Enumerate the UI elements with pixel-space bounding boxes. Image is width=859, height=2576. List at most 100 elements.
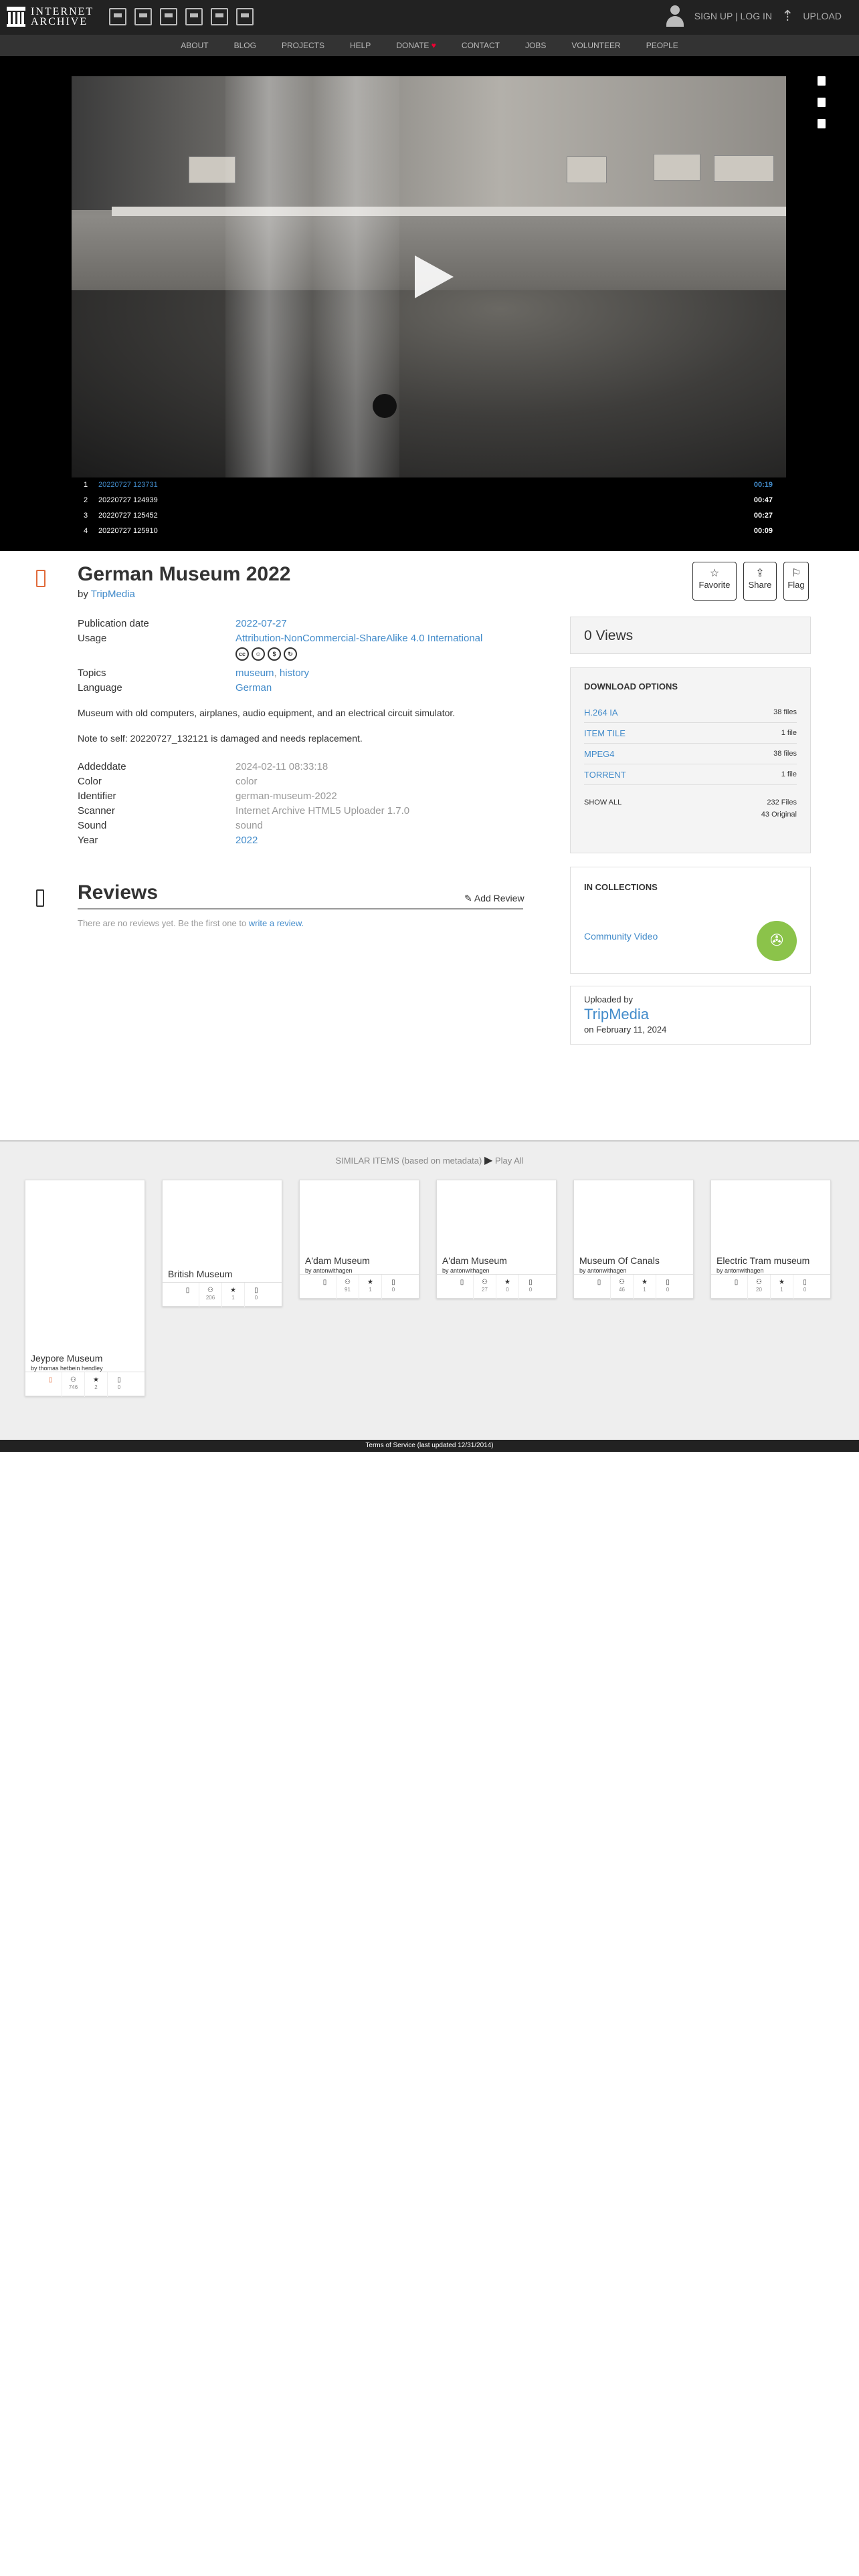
audio-icon[interactable] <box>185 8 203 25</box>
share-small-icon[interactable] <box>818 98 826 107</box>
add-review-label: Add Review <box>474 893 524 903</box>
license-link[interactable]: Attribution-NonCommercial-ShareAlike 4.0… <box>235 631 482 646</box>
collections-box: IN COLLECTIONS Community Video ✇ <box>570 867 811 974</box>
nav-people[interactable]: PEOPLE <box>634 35 691 56</box>
eye-icon: ⚇ <box>756 1279 762 1286</box>
playlist-item[interactable]: 4 20220727 125910 00:09 <box>72 524 786 539</box>
play-all-link[interactable]: Play All <box>495 1156 524 1166</box>
upload-link[interactable]: UPLOAD <box>803 11 842 21</box>
by-icon[interactable]: ☺ <box>252 647 265 661</box>
nc-icon[interactable]: $ <box>268 647 281 661</box>
playlist-item[interactable]: 1 20220727 123731 00:19 <box>72 477 786 493</box>
meta-row: Sound sound <box>78 819 526 833</box>
nav-about[interactable]: ABOUT <box>168 35 221 56</box>
card-views: ⚇ 46 <box>611 1275 634 1299</box>
star-icon: ★ <box>642 1279 648 1286</box>
web-icon[interactable] <box>109 8 126 25</box>
similar-card[interactable]: A'dam Museum by antonwithagen ▯ ⚇ 91 ★ 1 ▯… <box>299 1180 419 1299</box>
reviews-empty-text: There are no reviews yet. Be the first o… <box>78 918 249 928</box>
nav-help[interactable]: HELP <box>337 35 383 56</box>
video-icon[interactable] <box>160 8 177 25</box>
topic-link[interactable]: museum <box>235 667 274 679</box>
write-review-link[interactable]: write a review. <box>249 918 304 928</box>
language-link[interactable]: German <box>235 681 272 695</box>
download-link[interactable]: ITEM TILE <box>584 723 626 743</box>
card-views: ⚇ 91 <box>337 1275 359 1299</box>
card-title: British Museum <box>168 1269 233 1279</box>
play-icon[interactable] <box>415 255 454 298</box>
sa-icon[interactable]: ↻ <box>284 647 297 661</box>
favs-value: 1 <box>231 1295 235 1301</box>
play-all-icon[interactable]: ▶ <box>484 1155 492 1166</box>
cc-icon[interactable]: cc <box>235 647 249 661</box>
flag-button[interactable]: ⚐ Flag <box>783 562 809 601</box>
playlist-num: 4 <box>84 527 88 535</box>
meta-value: sound <box>235 820 263 831</box>
nav-donate[interactable]: DONATE ♥ <box>383 35 449 56</box>
meta-value: color <box>235 776 258 787</box>
download-link[interactable]: H.264 IA <box>584 702 618 722</box>
meta-row: Scanner Internet Archive HTML5 Uploader … <box>78 804 526 819</box>
media-type-icons <box>109 8 254 25</box>
software-icon[interactable] <box>211 8 228 25</box>
meta-value: german-museum-2022 <box>235 790 337 802</box>
nav-blog[interactable]: BLOG <box>221 35 269 56</box>
nav-jobs[interactable]: JOBS <box>512 35 559 56</box>
similar-card[interactable]: British Museum ▯ ⚇ 206 ★ 1 ▯ 0 <box>162 1180 282 1307</box>
star-icon: ★ <box>230 1287 236 1294</box>
by-label: by <box>78 588 88 600</box>
similar-card[interactable]: Museum Of Canals by antonwithagen ▯ ⚇ 46 … <box>573 1180 694 1299</box>
year-link[interactable]: 2022 <box>235 833 258 848</box>
page-title: German Museum 2022 <box>78 563 291 585</box>
similar-card[interactable]: A'dam Museum by antonwithagen ▯ ⚇ 27 ★ 0 ▯… <box>436 1180 557 1299</box>
nav-contact[interactable]: CONTACT <box>449 35 512 56</box>
logo-line-2: ARCHIVE <box>31 16 88 27</box>
images-icon: ▯ <box>734 1279 739 1286</box>
card-reviews: ▯ 0 <box>656 1275 679 1299</box>
card-favs: ★ 1 <box>771 1275 793 1299</box>
nav-volunteer[interactable]: VOLUNTEER <box>559 35 633 56</box>
show-all-button[interactable]: SHOW ALL <box>584 798 622 807</box>
images-icon[interactable] <box>236 8 254 25</box>
share-label: Share <box>748 580 772 590</box>
download-link[interactable]: MPEG4 <box>584 744 615 764</box>
download-row: ITEM TILE 1 file <box>584 723 797 744</box>
signup-login-link[interactable]: SIGN UP | LOG IN <box>694 11 772 21</box>
nav-projects[interactable]: PROJECTS <box>269 35 337 56</box>
favorite-button[interactable]: ☆ Favorite <box>692 562 737 601</box>
playlist-item[interactable]: 2 20220727 124939 00:47 <box>72 493 786 508</box>
internet-archive-logo[interactable]: INTERNET ARCHIVE <box>7 7 94 27</box>
similar-card[interactable]: Electric Tram museum by antonwithagen ▯ … <box>710 1180 831 1299</box>
favorite-small-icon[interactable] <box>818 119 826 128</box>
uploader-link[interactable]: TripMedia <box>584 1006 649 1023</box>
playlist-item[interactable]: 3 20220727 125452 00:27 <box>72 508 786 524</box>
card-type: ▯ <box>39 1372 62 1397</box>
card-author: by antonwithagen <box>579 1267 627 1274</box>
video-player[interactable] <box>72 76 786 477</box>
add-review-button[interactable]: ✎ Add Review <box>464 893 524 904</box>
creator-link[interactable]: TripMedia <box>91 588 135 600</box>
meta-key: Identifier <box>78 790 116 802</box>
share-button[interactable]: ⇪ Share <box>743 562 777 601</box>
uploader-box: Uploaded by TripMedia on February 11, 20… <box>570 986 811 1045</box>
upload-icon[interactable]: ⇡ <box>781 7 793 25</box>
info-icon[interactable] <box>818 76 826 86</box>
terms-link[interactable]: Terms of Service (last updated 12/31/201… <box>365 1442 493 1449</box>
pub-date-link[interactable]: 2022-07-27 <box>235 617 287 631</box>
card-reviews: ▯ 0 <box>108 1372 130 1397</box>
similar-items: SIMILAR ITEMS (based on metadata) ▶ Play… <box>0 1140 859 1440</box>
favs-value: 0 <box>506 1287 509 1293</box>
meta-key: Scanner <box>78 805 115 817</box>
similar-card[interactable]: Jeypore Museum by thomas hetbein hendley… <box>25 1180 145 1397</box>
uploaded-by-label: Uploaded by <box>584 994 633 1004</box>
footer: Terms of Service (last updated 12/31/201… <box>0 1440 859 1452</box>
topic-link[interactable]: history <box>280 667 309 679</box>
collection-link[interactable]: Community Video <box>584 931 658 942</box>
review-icon: ▯ <box>117 1376 121 1384</box>
similar-heading-row: SIMILAR ITEMS (based on metadata) ▶ Play… <box>0 1154 859 1167</box>
user-icon[interactable] <box>665 4 685 28</box>
texts-icon[interactable] <box>134 8 152 25</box>
original-files: 43 Original <box>761 811 797 819</box>
download-link[interactable]: TORRENT <box>584 764 626 784</box>
community-video-icon[interactable]: ✇ <box>757 921 797 961</box>
